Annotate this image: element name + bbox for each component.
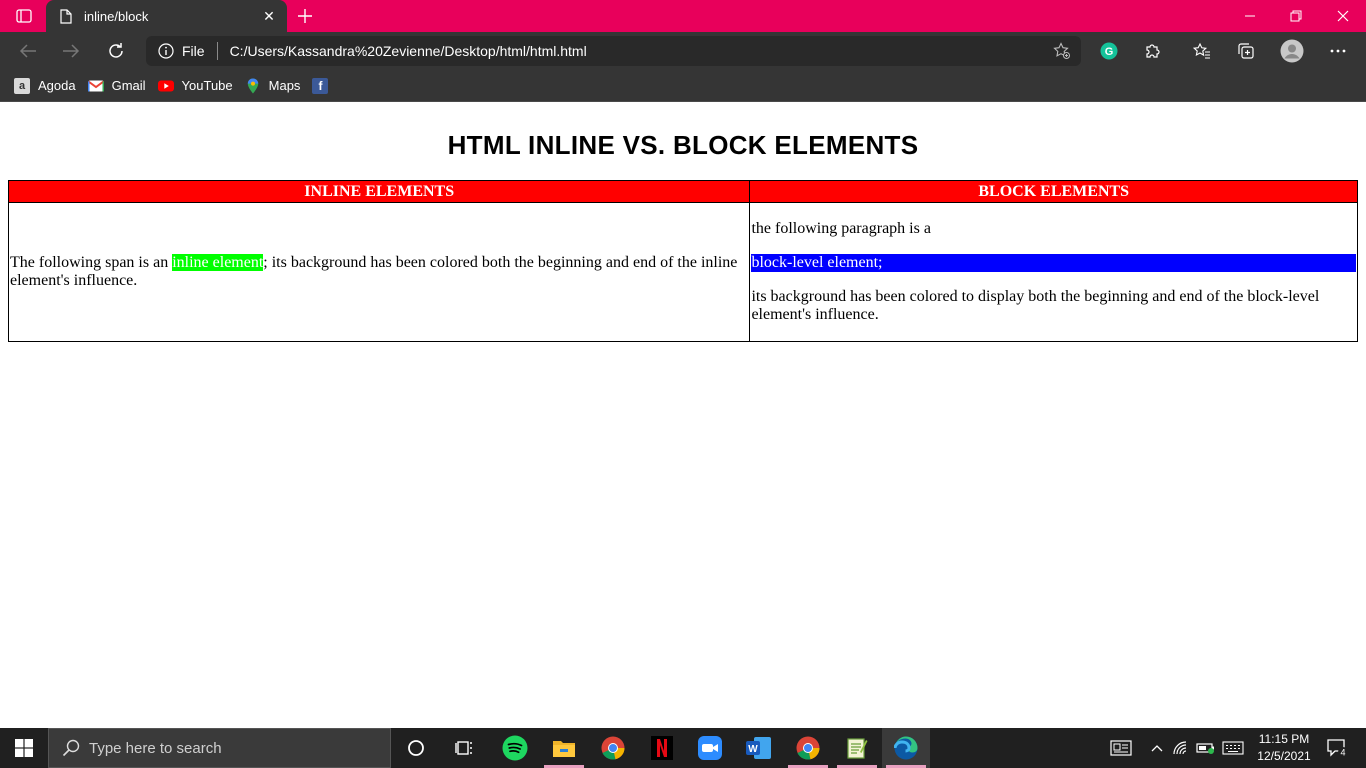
document-icon	[58, 8, 74, 24]
block-elements-header: BLOCK ELEMENTS	[749, 180, 1358, 203]
collections-icon[interactable]	[1231, 36, 1261, 66]
inline-cell: The following span is an inline element;…	[7, 202, 751, 342]
gmail-icon	[87, 78, 104, 94]
bookmark-label: Agoda	[38, 78, 76, 93]
taskbar-search-box[interactable]: Type here to search	[48, 728, 391, 768]
netflix-icon[interactable]	[638, 728, 686, 768]
notifications-icon[interactable]: 4	[1322, 728, 1352, 768]
bookmark-agoda[interactable]: a Agoda	[12, 74, 82, 98]
inline-element-span: inline element	[172, 254, 264, 271]
bookmark-maps[interactable]: Maps	[243, 74, 307, 98]
comparison-table: INLINE ELEMENTS BLOCK ELEMENTS The follo…	[7, 180, 1358, 342]
facebook-icon: f	[312, 77, 329, 94]
minimize-icon[interactable]	[1227, 0, 1273, 32]
inline-text-before: The following span is an	[10, 254, 173, 271]
zoom-icon[interactable]	[686, 728, 734, 768]
chrome-icon-2[interactable]	[784, 728, 832, 768]
task-view-icon[interactable]	[440, 728, 488, 768]
extensions-icon[interactable]	[1138, 36, 1168, 66]
cortana-icon[interactable]	[392, 728, 440, 768]
word-icon[interactable]: W	[735, 728, 783, 768]
keyboard-icon[interactable]	[1220, 728, 1246, 768]
search-placeholder: Type here to search	[89, 739, 222, 757]
system-clock[interactable]: 11:15 PM 12/5/2021	[1246, 731, 1322, 765]
chrome-icon[interactable]	[589, 728, 637, 768]
svg-text:G: G	[1105, 46, 1114, 58]
add-favorite-icon[interactable]	[1047, 36, 1077, 66]
tab-close-icon[interactable]: ✕	[259, 6, 279, 26]
back-arrow-icon[interactable]	[13, 36, 43, 66]
browser-title-bar: inline/block ✕	[0, 0, 1366, 32]
news-widget-icon[interactable]	[1106, 728, 1136, 768]
wifi-icon[interactable]	[1170, 728, 1192, 768]
windows-taskbar: Type here to search W 11:15 PM 12/5/2021…	[0, 728, 1366, 768]
active-tab[interactable]: inline/block ✕	[46, 0, 287, 32]
block-outro-paragraph: its background has been colored to displ…	[751, 288, 1320, 323]
agoda-icon: a	[14, 77, 30, 94]
bookmark-label: Gmail	[111, 78, 146, 93]
search-icon	[61, 738, 81, 758]
address-separator	[216, 42, 218, 60]
forward-arrow-icon[interactable]	[56, 36, 86, 66]
favorites-icon[interactable]	[1187, 36, 1217, 66]
inline-elements-header: INLINE ELEMENTS	[7, 180, 751, 203]
svg-text:W: W	[748, 744, 758, 755]
table-header-row: INLINE ELEMENTS BLOCK ELEMENTS	[7, 180, 1358, 203]
clock-time: 11:15 PM	[1258, 732, 1310, 746]
page-content: HTML INLINE VS. BLOCK ELEMENTS INLINE EL…	[0, 103, 1366, 728]
windows-start-icon[interactable]	[0, 728, 48, 768]
block-intro-paragraph: the following paragraph is a	[751, 220, 931, 237]
file-explorer-icon[interactable]	[540, 728, 588, 768]
more-options-icon[interactable]	[1323, 36, 1353, 66]
clock-date: 12/5/2021	[1257, 749, 1311, 763]
bookmark-label: YouTube	[181, 78, 233, 93]
notification-count: 4	[1340, 748, 1345, 758]
maps-icon	[245, 78, 261, 94]
bookmarks-bar: a Agoda Gmail YouTube Maps f	[0, 70, 1366, 102]
battery-icon[interactable]	[1194, 728, 1218, 768]
block-level-paragraph: block-level element;	[751, 254, 1356, 272]
notepad-plus-icon[interactable]	[833, 728, 881, 768]
spotify-icon[interactable]	[491, 728, 539, 768]
page-heading: HTML INLINE VS. BLOCK ELEMENTS	[447, 130, 919, 160]
tab-actions-icon[interactable]	[10, 6, 38, 26]
table-row: The following span is an inline element;…	[7, 202, 1358, 342]
bookmark-label: Maps	[268, 78, 301, 93]
bookmark-youtube[interactable]: YouTube	[156, 74, 239, 98]
chevron-up-icon[interactable]	[1146, 728, 1168, 768]
restore-icon[interactable]	[1273, 0, 1319, 32]
navigation-bar: File C:/Users/Kassandra%20Zevienne/Deskt…	[0, 32, 1366, 70]
bookmark-facebook[interactable]: f	[310, 74, 342, 98]
profile-avatar-icon[interactable]	[1277, 36, 1307, 66]
new-tab-icon[interactable]	[294, 5, 316, 27]
address-url[interactable]: C:/Users/Kassandra%20Zevienne/Desktop/ht…	[230, 43, 1047, 59]
edge-icon[interactable]	[882, 728, 930, 768]
info-icon[interactable]	[158, 43, 174, 59]
close-window-icon[interactable]	[1320, 0, 1366, 32]
grammarly-icon[interactable]: G	[1094, 36, 1124, 66]
block-cell: the following paragraph is a block-level…	[749, 202, 1358, 342]
tab-title: inline/block	[84, 8, 149, 24]
youtube-icon	[157, 78, 174, 94]
bookmark-gmail[interactable]: Gmail	[86, 74, 152, 98]
address-bar[interactable]: File C:/Users/Kassandra%20Zevienne/Deskt…	[146, 36, 1081, 66]
refresh-icon[interactable]	[101, 36, 131, 66]
address-scheme: File	[182, 43, 205, 59]
